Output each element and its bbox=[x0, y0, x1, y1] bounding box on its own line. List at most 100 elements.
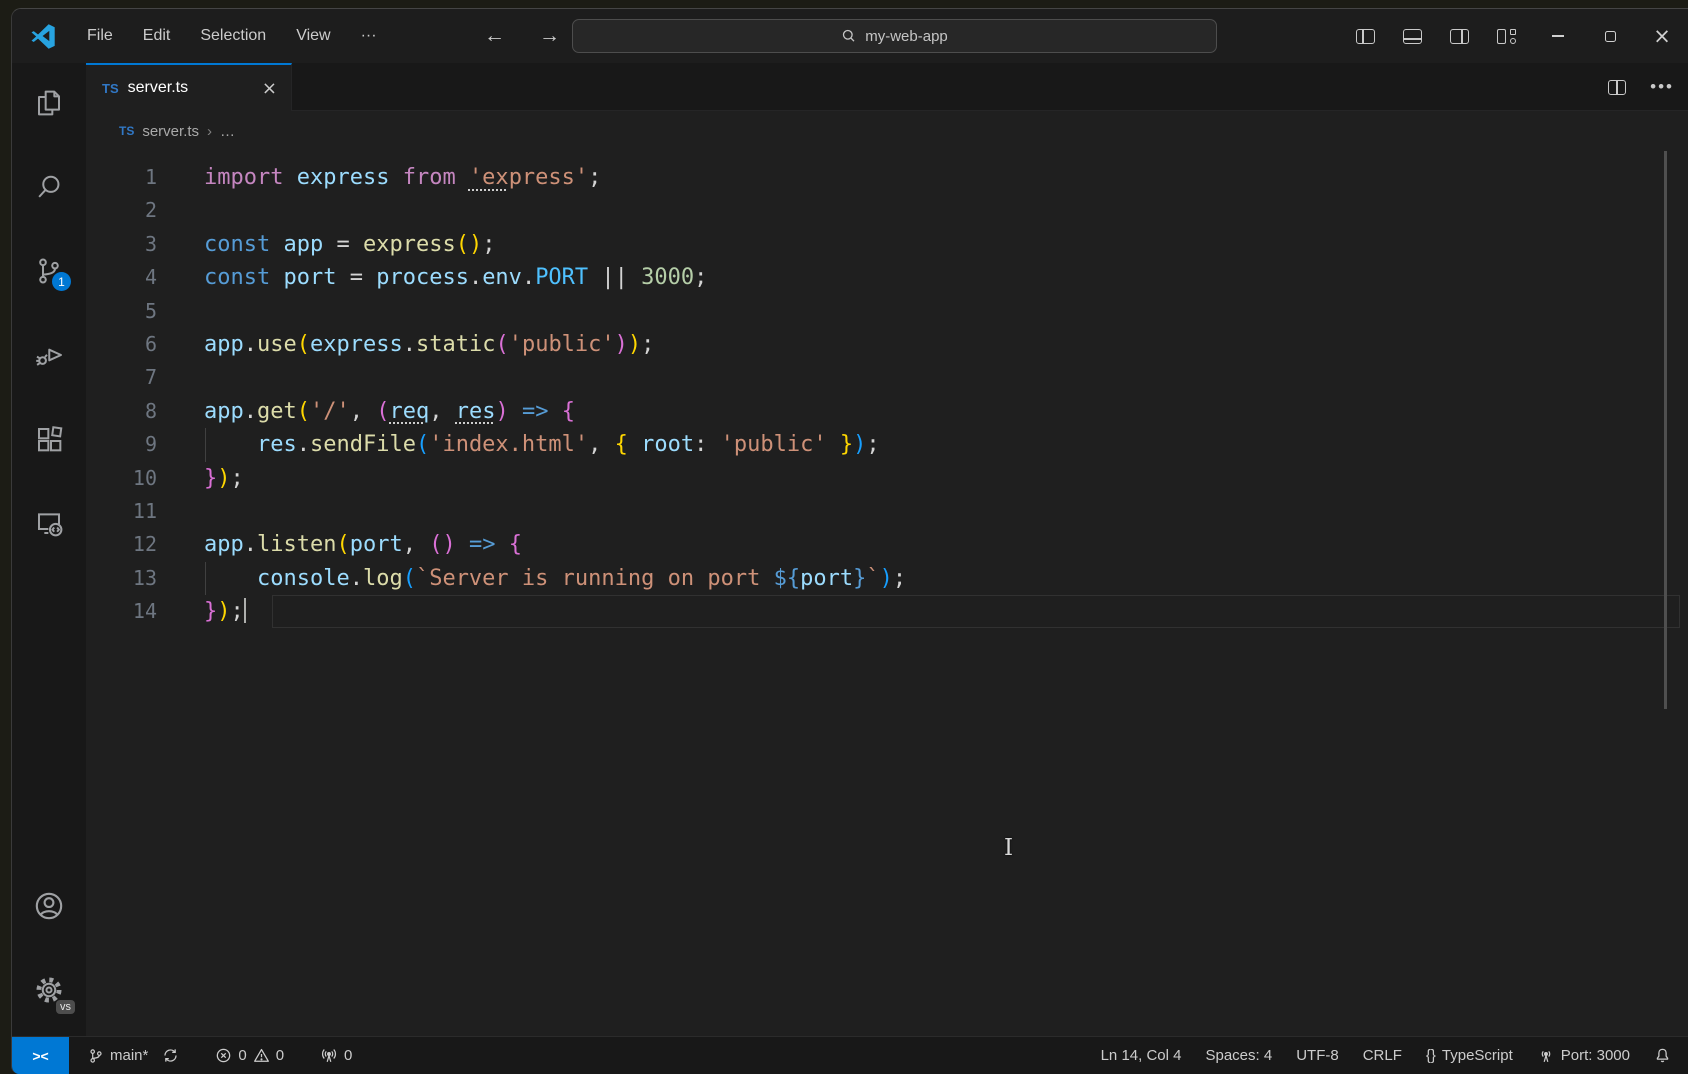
braces-icon: {} bbox=[1426, 1047, 1436, 1064]
menu-view[interactable]: View bbox=[281, 21, 345, 51]
code-editor[interactable]: 1import express from 'express';23const a… bbox=[86, 151, 1688, 1036]
indent-guide bbox=[205, 428, 206, 461]
command-center-search[interactable]: my-web-app bbox=[572, 19, 1217, 53]
git-branch-icon bbox=[88, 1048, 104, 1064]
port-status[interactable]: Port: 3000 bbox=[1532, 1047, 1635, 1065]
title-bar: File Edit Selection View ··· ← → my-web-… bbox=[12, 9, 1688, 63]
line-number: 4 bbox=[86, 261, 157, 294]
forwarded-ports-count: 0 bbox=[344, 1047, 352, 1064]
code-line[interactable]: 7 bbox=[86, 361, 1688, 394]
toggle-primary-sidebar-icon[interactable] bbox=[1356, 29, 1375, 44]
vscode-logo-icon bbox=[28, 21, 58, 51]
menu-edit[interactable]: Edit bbox=[128, 21, 186, 51]
sync-icon bbox=[162, 1047, 179, 1064]
code-line[interactable]: 2 bbox=[86, 194, 1688, 227]
code-line[interactable]: 6app.use(express.static('public')); bbox=[86, 328, 1688, 361]
settings-button[interactable]: vs bbox=[25, 966, 73, 1014]
settings-vs-badge: vs bbox=[56, 1000, 75, 1014]
toggle-secondary-sidebar-icon[interactable] bbox=[1450, 29, 1469, 44]
editor-actions: ••• bbox=[1608, 63, 1674, 111]
indent-guide bbox=[205, 562, 206, 595]
more-actions-icon[interactable]: ••• bbox=[1650, 77, 1674, 97]
back-arrow-icon[interactable]: ← bbox=[478, 24, 511, 48]
minimize-icon bbox=[1552, 35, 1564, 37]
split-editor-icon[interactable] bbox=[1608, 80, 1626, 95]
code-line[interactable]: 13 console.log(`Server is running on por… bbox=[86, 562, 1688, 595]
search-value: my-web-app bbox=[865, 28, 948, 45]
sidebar-item-explorer[interactable] bbox=[25, 79, 73, 127]
remote-explorer-icon bbox=[33, 507, 65, 539]
tab-server-ts[interactable]: TS server.ts × bbox=[86, 63, 292, 111]
minimize-button[interactable] bbox=[1532, 9, 1584, 63]
error-count: 0 bbox=[238, 1047, 246, 1064]
code-line[interactable]: 11 bbox=[86, 495, 1688, 528]
language-name: TypeScript bbox=[1442, 1047, 1513, 1064]
code-line[interactable]: 4const port = process.env.PORT || 3000; bbox=[86, 261, 1688, 294]
bell-icon bbox=[1654, 1047, 1671, 1064]
sidebar-item-search[interactable] bbox=[25, 163, 73, 211]
maximize-icon bbox=[1605, 31, 1616, 42]
customize-layout-icon[interactable] bbox=[1497, 29, 1516, 44]
remote-icon: >< bbox=[32, 1048, 48, 1064]
activity-bar: 1 bbox=[12, 63, 86, 1036]
sidebar-item-remote-explorer[interactable] bbox=[25, 499, 73, 547]
close-button[interactable]: × bbox=[1636, 9, 1688, 63]
sidebar-item-source-control[interactable]: 1 bbox=[25, 247, 73, 295]
line-number: 12 bbox=[86, 528, 157, 561]
account-button[interactable] bbox=[25, 882, 73, 930]
language-mode-status[interactable]: {} TypeScript bbox=[1421, 1047, 1518, 1064]
breadcrumb-more[interactable]: … bbox=[220, 123, 235, 140]
vertical-scrollbar[interactable] bbox=[1664, 151, 1667, 709]
notifications-button[interactable] bbox=[1649, 1047, 1676, 1064]
remote-indicator[interactable]: >< bbox=[12, 1037, 69, 1074]
cursor-position-status[interactable]: Ln 14, Col 4 bbox=[1096, 1047, 1187, 1064]
files-icon bbox=[33, 87, 65, 119]
code-line[interactable]: 1import express from 'express'; bbox=[86, 161, 1688, 194]
port-label: Port: 3000 bbox=[1561, 1047, 1630, 1064]
forward-arrow-icon[interactable]: → bbox=[533, 24, 566, 48]
tab-close-icon[interactable]: × bbox=[248, 78, 277, 99]
menu-overflow[interactable]: ··· bbox=[346, 21, 392, 51]
line-number: 10 bbox=[86, 462, 157, 495]
tab-bar: TS server.ts × ••• bbox=[86, 63, 1688, 111]
error-icon bbox=[215, 1047, 232, 1064]
indentation-status[interactable]: Spaces: 4 bbox=[1200, 1047, 1277, 1064]
eol-status[interactable]: CRLF bbox=[1358, 1047, 1407, 1064]
line-number: 11 bbox=[86, 495, 157, 528]
code-line[interactable]: 10}); bbox=[86, 462, 1688, 495]
maximize-button[interactable] bbox=[1584, 9, 1636, 63]
problems-status[interactable]: 0 0 bbox=[210, 1047, 289, 1064]
desktop-background: File Edit Selection View ··· ← → my-web-… bbox=[0, 0, 1688, 1074]
code-text: app.use(express.static('public')); bbox=[204, 328, 654, 361]
code-line[interactable]: 3const app = express(); bbox=[86, 228, 1688, 261]
code-line[interactable]: 14}); bbox=[86, 595, 1688, 628]
branch-name: main* bbox=[110, 1047, 148, 1064]
menu-bar: File Edit Selection View ··· bbox=[72, 21, 392, 51]
toggle-panel-icon[interactable] bbox=[1403, 29, 1422, 44]
code-line[interactable]: 9 res.sendFile('index.html', { root: 'pu… bbox=[86, 428, 1688, 461]
code-line[interactable]: 12app.listen(port, () => { bbox=[86, 528, 1688, 561]
menu-selection[interactable]: Selection bbox=[185, 21, 281, 51]
line-number: 7 bbox=[86, 361, 157, 394]
code-line[interactable]: 5 bbox=[86, 295, 1688, 328]
code-text: res.sendFile('index.html', { root: 'publ… bbox=[204, 428, 880, 461]
breadcrumb[interactable]: TS server.ts › … bbox=[86, 111, 1688, 151]
sidebar-item-extensions[interactable] bbox=[25, 415, 73, 463]
text-cursor bbox=[244, 598, 246, 623]
encoding-status[interactable]: UTF-8 bbox=[1291, 1047, 1344, 1064]
layout-controls bbox=[1356, 9, 1516, 63]
git-branch-status[interactable]: main* bbox=[83, 1047, 153, 1064]
status-bar: >< main* 0 bbox=[12, 1036, 1688, 1074]
forwarded-ports-status[interactable]: 0 bbox=[315, 1047, 357, 1065]
code-line[interactable]: 8app.get('/', (req, res) => { bbox=[86, 395, 1688, 428]
extensions-icon bbox=[33, 423, 65, 455]
menu-file[interactable]: File bbox=[72, 21, 128, 51]
typescript-file-icon: TS bbox=[119, 124, 134, 138]
close-icon: × bbox=[1653, 26, 1671, 47]
breadcrumb-file[interactable]: server.ts bbox=[142, 123, 199, 140]
sidebar-item-run-debug[interactable] bbox=[25, 331, 73, 379]
search-icon bbox=[33, 171, 65, 203]
line-number: 13 bbox=[86, 562, 157, 595]
sync-button[interactable] bbox=[157, 1047, 184, 1064]
code-text: }); bbox=[204, 595, 246, 628]
